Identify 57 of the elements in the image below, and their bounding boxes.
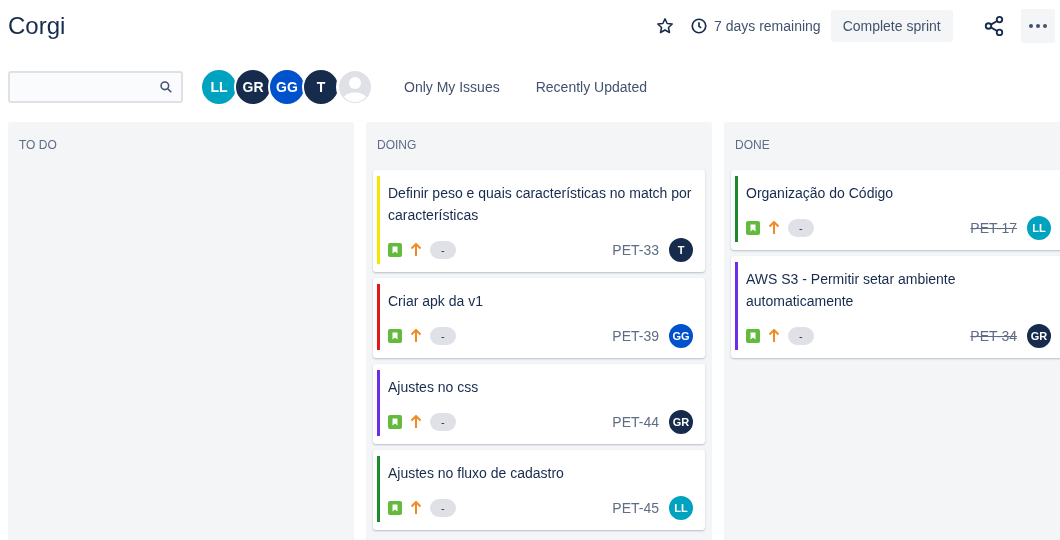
assignee-avatar: LL: [667, 494, 695, 522]
bookmark-icon: [388, 329, 402, 343]
complete-sprint-button[interactable]: Complete sprint: [830, 10, 953, 42]
issue-key[interactable]: PET-17: [970, 220, 1017, 236]
arrow-up-icon: [410, 243, 422, 257]
assignee-avatar: GR: [1025, 322, 1053, 350]
estimate-badge: -: [430, 327, 456, 345]
column-title: DOING: [376, 137, 418, 154]
issue-key[interactable]: PET-44: [612, 414, 659, 430]
issue-summary: Criar apk da v1: [388, 292, 484, 311]
search-icon: [159, 80, 173, 94]
issue-card[interactable]: AWS S3 - Permitir setar ambiente automaticamente - PET-34 GR: [731, 256, 1060, 358]
user-avatar[interactable]: GG: [268, 68, 306, 106]
issue-key[interactable]: PET-33: [612, 242, 659, 258]
user-avatar[interactable]: T: [302, 68, 340, 106]
arrow-up-icon: [410, 415, 422, 429]
column-title: DONE: [734, 137, 771, 154]
arrow-up-icon: [768, 329, 780, 343]
bookmark-icon: [388, 501, 402, 515]
days-remaining: 7 days remaining: [714, 18, 821, 34]
clock-icon: [690, 17, 708, 35]
issue-summary: Organização do Código: [746, 184, 895, 203]
quick-filter[interactable]: Only My Issues: [394, 73, 510, 101]
estimate-badge: -: [788, 219, 814, 237]
search-field[interactable]: [8, 71, 183, 103]
issue-summary: Ajustes no fluxo de cadastro: [388, 464, 565, 483]
issue-summary: AWS S3 - Permitir setar ambiente automaticamente: [746, 270, 957, 311]
issue-key[interactable]: PET-34: [970, 328, 1017, 344]
more-icon[interactable]: [1020, 9, 1055, 43]
assignee-avatar: GR: [667, 408, 695, 436]
issue-card[interactable]: Ajustes no fluxo de cadastro - PET-45 LL: [373, 450, 705, 530]
arrow-up-icon: [410, 329, 422, 343]
issue-key[interactable]: PET-45: [612, 500, 659, 516]
issue-summary: Definir peso e quais características no match por características: [388, 184, 693, 225]
issue-card[interactable]: Ajustes no css - PET-44 GR: [373, 364, 705, 444]
estimate-badge: -: [430, 241, 456, 259]
issue-card[interactable]: Definir peso e quais características no match por características - PET-33 T: [373, 170, 705, 272]
user-avatar[interactable]: GR: [234, 68, 272, 106]
issue-key[interactable]: PET-39: [612, 328, 659, 344]
bookmark-icon: [746, 329, 760, 343]
bookmark-icon: [388, 243, 402, 257]
estimate-badge: -: [788, 327, 814, 345]
arrow-up-icon: [768, 221, 780, 235]
estimate-badge: -: [430, 499, 456, 517]
assignee-avatar: T: [667, 236, 695, 264]
bookmark-icon: [746, 221, 760, 235]
issue-card[interactable]: Criar apk da v1 - PET-39 GG: [373, 278, 705, 358]
estimate-badge: -: [430, 413, 456, 431]
column-title: TO DO: [18, 137, 58, 154]
board-title: Corgi: [8, 12, 67, 40]
issue-summary: Ajustes no css: [388, 378, 480, 397]
assignee-avatar: LL: [1025, 214, 1053, 242]
assignee-avatar: GG: [667, 322, 695, 350]
bookmark-icon: [388, 415, 402, 429]
issue-card[interactable]: Organização do Código - PET-17 LL: [731, 170, 1060, 250]
arrow-up-icon: [410, 501, 422, 515]
quick-filter[interactable]: Recently Updated: [525, 73, 657, 101]
